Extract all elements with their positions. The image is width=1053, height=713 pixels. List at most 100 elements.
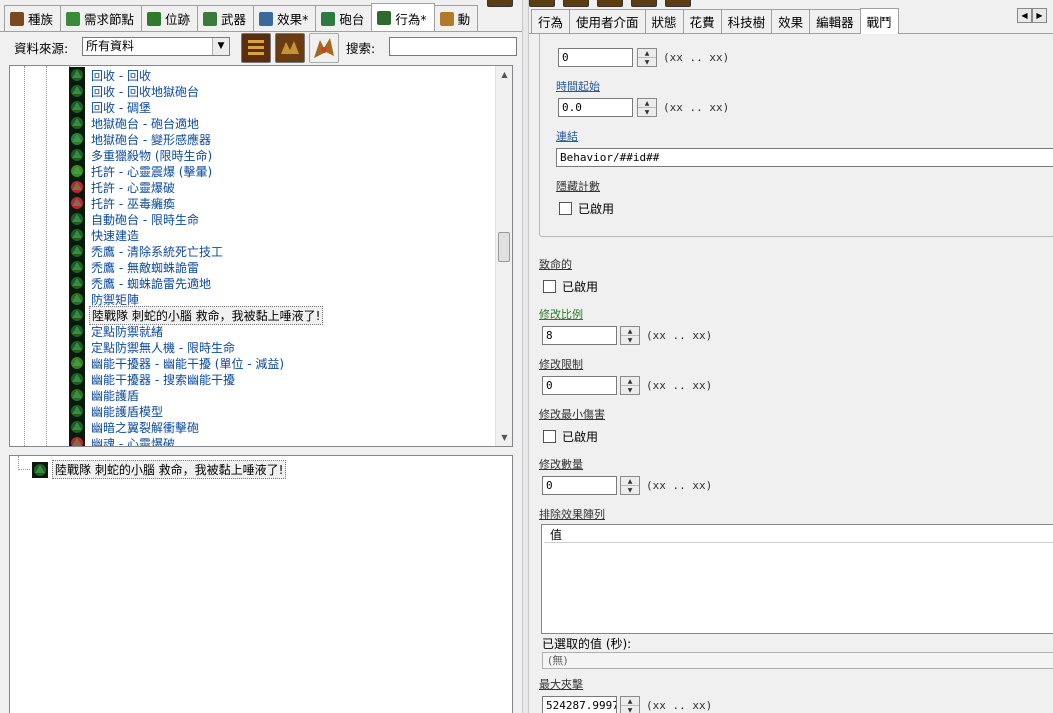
list-item[interactable]: 定點防禦無人機 - 限時生命 [69,339,237,355]
top-tab-2[interactable]: 位跡 [141,5,199,31]
object-filter-button[interactable] [309,33,339,63]
field-tab-7[interactable]: 戰鬥 [859,8,899,34]
chevron-down-icon[interactable]: ▼ [212,38,229,55]
object-tree[interactable]: 陸戰隊 刺蛇的小腦 救命，我被黏上唾液了! [9,455,513,713]
list-item[interactable]: 幽能護盾模型 [69,403,165,419]
modify-min-damage-checkbox[interactable]: 已啟用 [543,428,598,445]
modify-limit-spinner[interactable]: ▲ ▼ [620,376,640,395]
list-item[interactable]: 多重獵殺物 (限時生命) [69,147,214,163]
field-tab-4[interactable]: 科技樹 [720,9,773,33]
table-view-button[interactable] [241,33,271,63]
search-input[interactable] [389,37,517,56]
data-source-value: 所有資料 [86,39,135,53]
field-tab-1[interactable]: 使用者介面 [569,9,646,33]
checkbox-icon[interactable] [559,202,572,215]
list-item[interactable]: 幽能護盾 [69,387,141,403]
field-tab-0[interactable]: 行為 [531,9,571,33]
time-start-spinner[interactable]: ▲ ▼ [637,98,657,117]
field-tab-6[interactable]: 編輯器 [809,9,861,33]
top-tab-5[interactable]: 砲台 [315,5,373,31]
list-item[interactable]: 定點防禦就緒 [69,323,165,339]
toolbar-button[interactable] [563,0,589,7]
top-tab-3[interactable]: 武器 [197,5,255,31]
time-start-range: (xx .. xx) [663,101,730,114]
link-input[interactable]: Behavior/##id## [556,148,1053,167]
list-item[interactable]: 幽暗之翼裂解衝擊砲 [69,419,201,435]
field-editor: 0 ▲ ▼ (xx .. xx) 時間起始 0.0 ▲ ▼ (xx .. xx) 連… [529,34,1053,713]
time-start-input[interactable]: 0.0 [558,98,633,117]
list-item[interactable]: 托許 - 心靈震爆 (擊暈) [69,163,214,179]
modify-count-spinner[interactable]: ▲ ▼ [620,476,640,495]
list-item[interactable]: 禿鷹 - 清除系統死亡技工 [69,243,225,259]
top-tab-0[interactable]: 種族 [4,5,62,31]
list-item-label: 禿鷹 - 清除系統死亡技工 [91,244,223,259]
exclude-effects-list[interactable]: 值 [541,524,1053,634]
list-item[interactable]: 托許 - 巫毒癱瘓 [69,195,177,211]
tree-guide-line [46,66,47,446]
toolbar-button[interactable] [529,0,555,7]
tree-node-label: 陸戰隊 刺蛇的小腦 救命，我被黏上唾液了! [52,460,287,479]
list-item[interactable]: 回收 - 回收地獄砲台 [69,83,201,99]
tab-icon [439,11,454,26]
tree-node[interactable]: 陸戰隊 刺蛇的小腦 救命，我被黏上唾液了! [18,460,287,479]
max-clamp-spinner[interactable]: ▲ ▼ [620,696,640,713]
field-tab-2[interactable]: 狀態 [644,9,684,33]
list-item[interactable]: 禿鷹 - 無敵蜘蛛詭雷 [69,259,201,275]
list-item-label: 禿鷹 - 蜘蛛詭雷先適地 [91,276,211,291]
modify-limit-input[interactable]: 0 [542,376,617,395]
creature-icon [314,38,334,58]
toolbar-button[interactable] [487,0,513,7]
list-item[interactable]: 幽魂 - 心靈爆破 [69,435,177,446]
top-tab-6[interactable]: 行為* [371,3,435,31]
scroll-up-button[interactable]: ▲ [496,66,512,83]
field-tab-5[interactable]: 效果 [771,9,811,33]
list-item[interactable]: 快速建造 [69,227,141,243]
fatal-checkbox[interactable]: 已啟用 [543,278,598,295]
checkbox-icon[interactable] [543,430,556,443]
list-item[interactable]: 禿鷹 - 蜘蛛詭雷先適地 [69,275,213,291]
behavior-icon [69,291,85,307]
top-value-input[interactable]: 0 [558,48,633,67]
behavior-icon [69,115,85,131]
list-scrollbar[interactable]: ▲ ▼ [495,66,512,446]
list-item[interactable]: 回收 - 回收 [69,67,153,83]
data-source-select[interactable]: 所有資料 ▼ [82,37,230,56]
top-value-spinner[interactable]: ▲ ▼ [637,48,657,67]
toolbar-button[interactable] [597,0,623,7]
checkbox-icon[interactable] [543,280,556,293]
list-item[interactable]: 幽能干擾器 - 搜索幽能干擾 [69,371,237,387]
top-tab-4[interactable]: 效果* [253,5,317,31]
modify-limit-label: 修改限制 [539,358,583,371]
list-item-label: 幽能干擾器 - 幽能干擾 (單位 - 減益) [91,356,285,371]
list-item[interactable]: 自動砲台 - 限時生命 [69,211,201,227]
toolbar-button[interactable] [665,0,691,7]
list-item[interactable]: 地獄砲台 - 變形感應器 [69,131,213,147]
modify-ratio-input[interactable]: 8 [542,326,617,345]
scroll-thumb[interactable] [498,232,510,262]
modify-ratio-spinner[interactable]: ▲ ▼ [620,326,640,345]
object-view-button[interactable] [275,33,305,63]
list-item-label: 地獄砲台 - 砲台適地 [91,116,199,131]
behavior-icon [69,195,85,211]
top-tab-1[interactable]: 需求節點 [60,5,143,31]
list-item[interactable]: 托許 - 心靈爆破 [69,179,177,195]
list-item[interactable]: 回收 - 碉堡 [69,99,153,115]
behavior-icon [69,83,85,99]
max-clamp-input[interactable]: 524287.9997 [542,696,617,713]
scroll-down-button[interactable]: ▼ [496,429,512,446]
list-item-label: 幽能護盾模型 [91,404,164,419]
tab-icon [321,11,336,26]
modify-count-input[interactable]: 0 [542,476,617,495]
top-tab-7[interactable]: 動 [433,5,479,31]
modify-count-range: (xx .. xx) [646,479,713,492]
object-list[interactable]: 回收 - 回收 回收 - 回收地獄砲台 回收 - 碉堡 地獄砲台 - 砲台適地 地獄砲台… [9,65,513,447]
list-item[interactable]: 幽能干擾器 - 幽能干擾 (單位 - 減益) [69,355,286,371]
list-item[interactable]: 陸戰隊 刺蛇的小腦 救命，我被黏上唾液了! [69,305,324,325]
panel-splitter[interactable] [522,0,529,713]
value-column-header[interactable]: 值 [544,527,1053,543]
list-item[interactable]: 地獄砲台 - 砲台適地 [69,115,201,131]
list-item-label: 幽能護盾 [91,388,140,403]
toolbar-button[interactable] [631,0,657,7]
hide-count-checkbox[interactable]: 已啟用 [559,200,614,217]
field-tab-3[interactable]: 花費 [682,9,722,33]
